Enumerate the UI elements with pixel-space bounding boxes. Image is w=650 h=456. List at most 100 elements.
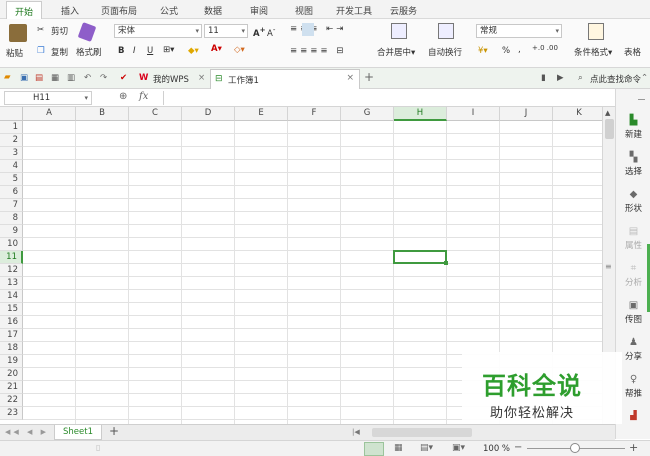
underline-button[interactable]: U [147, 46, 153, 56]
font-color-icon[interactable]: A▾ [211, 44, 222, 54]
tab-formula[interactable]: 公式 [160, 4, 178, 17]
doc-icon[interactable]: ▮ [541, 73, 546, 83]
copy-button[interactable]: 复制 [51, 46, 68, 58]
side-image-button[interactable]: ▣ 传图 [616, 300, 650, 325]
row-header-18[interactable]: 18 [0, 342, 23, 355]
side-analysis-button[interactable]: ⌗ 分析 [616, 263, 650, 288]
row-header-14[interactable]: 14 [0, 290, 23, 303]
close-workbook-icon[interactable]: × [346, 73, 354, 83]
column-header-h[interactable]: H [394, 107, 447, 121]
select-all-corner[interactable] [0, 107, 23, 121]
align-middle-icon[interactable] [302, 23, 314, 36]
row-header-7[interactable]: 7 [0, 199, 23, 212]
column-header-g[interactable]: G [341, 107, 394, 121]
tab-cloud[interactable]: 云服务 [390, 4, 417, 17]
conditional-format-icon[interactable] [588, 23, 604, 40]
column-header-e[interactable]: E [235, 107, 288, 121]
search-icon[interactable]: ⌕ [578, 73, 583, 83]
column-header-a[interactable]: A [23, 107, 76, 121]
zoom-out-icon[interactable]: − [514, 442, 522, 453]
currency-icon[interactable]: ¥▾ [478, 46, 488, 56]
command-search[interactable]: 点此查找命令 [590, 73, 641, 85]
row-header-9[interactable]: 9 [0, 225, 23, 238]
zoom-in-icon[interactable]: + [629, 441, 638, 454]
side-property-button[interactable]: ▤ 属性 [616, 226, 650, 251]
row-header-5[interactable]: 5 [0, 173, 23, 186]
scroll-up-icon[interactable]: ▲ [605, 109, 610, 117]
zoom-level[interactable]: 100 % [483, 444, 510, 454]
row-header-10[interactable]: 10 [0, 238, 23, 251]
tab-data[interactable]: 数据 [204, 4, 222, 17]
open-icon[interactable]: ▰ [4, 72, 11, 82]
function-button[interactable]: fx [139, 91, 148, 102]
row-header-1[interactable]: 1 [0, 121, 23, 134]
print-icon[interactable]: ▦ [51, 73, 59, 83]
cut-icon[interactable]: ✂ [37, 25, 44, 35]
paste-button[interactable]: 粘贴 [6, 47, 23, 59]
column-header-c[interactable]: C [129, 107, 182, 121]
comma-button[interactable]: , [518, 45, 521, 55]
flag-icon[interactable]: ✔ [120, 73, 127, 83]
percent-button[interactable]: % [502, 46, 510, 56]
my-wps-tab[interactable]: 我的WPS [153, 73, 189, 85]
font-size-select[interactable]: 11 ▾ [204, 24, 248, 38]
row-header-13[interactable]: 13 [0, 277, 23, 290]
zoom-slider-knob[interactable] [570, 443, 580, 453]
align-horizontal-icons[interactable]: ≡≡≡≡ ⊟ [290, 46, 346, 56]
number-format-select[interactable]: 常规 ▾ [476, 24, 562, 38]
sheet-tab[interactable]: Sheet1 [54, 425, 102, 440]
row-header-21[interactable]: 21 [0, 381, 23, 394]
row-header-19[interactable]: 19 [0, 355, 23, 368]
format-painter-button[interactable]: 格式刷 [76, 46, 102, 58]
hscroll-left-icon[interactable]: |◀ [352, 428, 360, 436]
copy-icon[interactable]: ❐ [37, 46, 45, 56]
tab-developer[interactable]: 开发工具 [336, 4, 372, 17]
column-header-j[interactable]: J [500, 107, 553, 121]
fill-color-icon[interactable]: ◆▾ [188, 46, 199, 56]
hscroll-thumb[interactable] [372, 428, 472, 437]
row-header-11[interactable]: 11 [0, 251, 23, 264]
workbook-tab[interactable]: ⊟ 工作簿1 × [210, 69, 360, 89]
row-header-2[interactable]: 2 [0, 134, 23, 147]
tab-page-layout[interactable]: 页面布局 [101, 4, 137, 17]
row-header-4[interactable]: 4 [0, 160, 23, 173]
row-header-23[interactable]: 23 [0, 407, 23, 420]
undo-icon[interactable]: ↶ [84, 73, 91, 83]
page-break-view-icon[interactable]: ▦ [394, 443, 403, 453]
row-header-15[interactable]: 15 [0, 303, 23, 316]
decimal-icons[interactable]: +.0 .00 [532, 44, 558, 52]
formula-input[interactable] [163, 91, 613, 105]
zoom-search-icon[interactable]: ⊕ [119, 91, 127, 102]
font-name-select[interactable]: 宋体 ▾ [114, 24, 202, 38]
fill-handle[interactable] [444, 261, 448, 265]
row-header-12[interactable]: 12 [0, 264, 23, 277]
row-header-6[interactable]: 6 [0, 186, 23, 199]
name-box[interactable]: H11 ▾ [4, 91, 92, 105]
column-header-d[interactable]: D [182, 107, 235, 121]
add-sheet-button[interactable]: + [109, 424, 119, 438]
scroll-thumb[interactable] [605, 119, 614, 139]
split-handle-icon[interactable]: ≡ [605, 262, 612, 271]
wrap-text-button[interactable]: 自动换行 [428, 46, 462, 58]
format-painter-icon[interactable] [77, 22, 97, 42]
merge-center-icon[interactable] [391, 23, 407, 39]
normal-view-icon[interactable] [364, 442, 384, 456]
side-select-button[interactable]: ▚ 选择 [616, 152, 650, 177]
active-cell[interactable] [393, 250, 448, 265]
preview-icon[interactable]: ▥ [67, 73, 75, 83]
row-header-8[interactable]: 8 [0, 212, 23, 225]
redo-icon[interactable]: ↷ [100, 73, 107, 83]
row-header-3[interactable]: 3 [0, 147, 23, 160]
clear-format-icon[interactable]: ◇▾ [234, 45, 245, 55]
border-icon[interactable]: ⊞▾ [163, 45, 174, 55]
bold-button[interactable]: B [118, 46, 124, 56]
font-shrink-icon[interactable]: A- [267, 25, 275, 39]
column-header-f[interactable]: F [288, 107, 341, 121]
row-header-17[interactable]: 17 [0, 329, 23, 342]
row-header-20[interactable]: 20 [0, 368, 23, 381]
new-tab-icon[interactable]: + [364, 70, 374, 84]
tab-view[interactable]: 视图 [295, 4, 313, 17]
column-header-b[interactable]: B [76, 107, 129, 121]
close-wps-tab-icon[interactable]: × [198, 73, 205, 83]
italic-button[interactable]: I [133, 46, 136, 56]
